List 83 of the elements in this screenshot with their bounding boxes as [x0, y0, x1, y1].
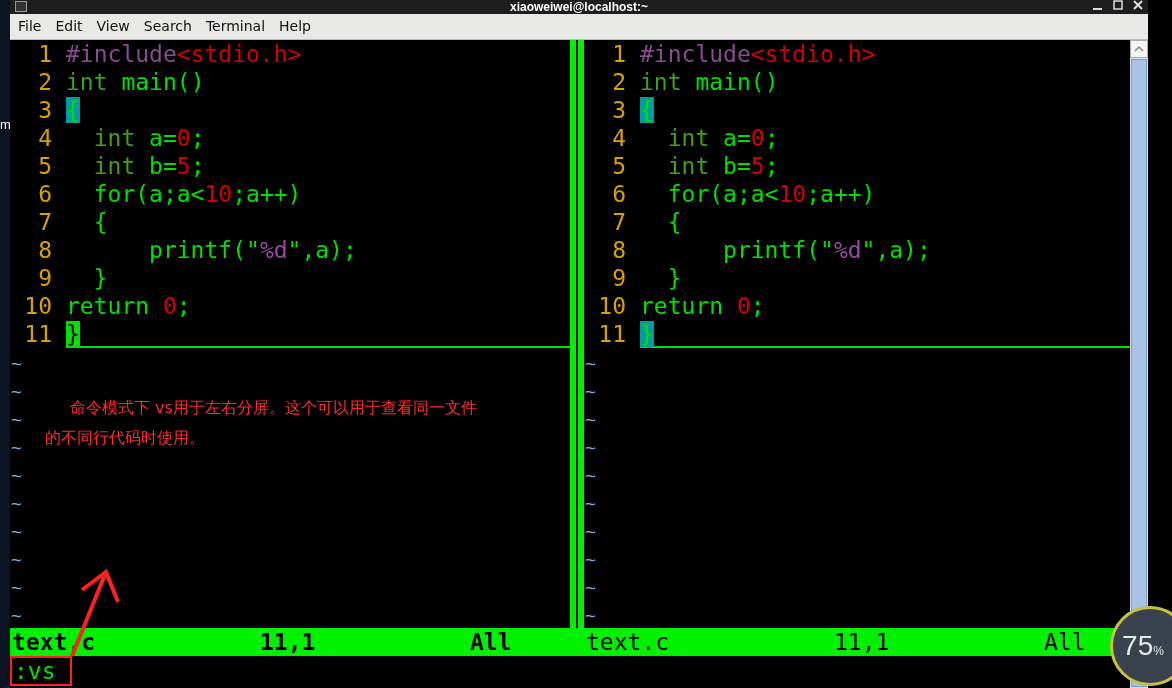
code-line: int main(): [66, 68, 206, 96]
tilde-marker: ~: [584, 381, 596, 402]
tilde-marker: ~: [584, 353, 596, 374]
line-number: 5: [611, 152, 627, 180]
line-number: 2: [37, 68, 53, 96]
menu-item[interactable]: View: [96, 16, 130, 37]
line-number: 1: [611, 40, 627, 68]
code-line: }: [666, 264, 683, 292]
tilde-marker: ~: [10, 605, 22, 626]
line-number: 1: [37, 40, 53, 68]
menu-item[interactable]: File: [18, 16, 42, 37]
menu-item[interactable]: Search: [143, 16, 192, 37]
line-number: 4: [611, 124, 627, 152]
tilde-marker: ~: [584, 605, 596, 626]
annotation-text: 命令模式下 vs用于左右分屏。这个可以用于查看同一文件: [69, 397, 477, 419]
status-scroll: All: [1044, 628, 1086, 656]
menu-item[interactable]: Help: [279, 16, 311, 37]
line-number: 7: [37, 208, 53, 236]
code-line: return 0;: [66, 292, 192, 320]
code-line: for(a;a<10;a++): [666, 180, 877, 208]
tilde-marker: ~: [10, 465, 22, 486]
annotation-text: 的不同行代码时使用。: [45, 427, 206, 449]
code-line: int b=5;: [92, 152, 206, 180]
tilde-marker: ~: [10, 577, 22, 598]
tilde-marker: ~: [584, 493, 596, 514]
tilde-marker: ~: [584, 549, 596, 570]
tilde-marker: ~: [584, 437, 596, 458]
code-line: {: [92, 208, 109, 236]
window-title: xiaoweiwei@localhost:~: [509, 0, 649, 14]
code-line: int a=0;: [92, 124, 206, 152]
code-line: printf("%d",a);: [722, 236, 932, 264]
line-number: 6: [611, 180, 627, 208]
menu-item[interactable]: Terminal: [205, 16, 266, 37]
line-number: 8: [611, 236, 627, 264]
line-number: 11: [23, 320, 53, 348]
code-line: }: [92, 264, 109, 292]
code-line: return 0;: [640, 292, 766, 320]
tilde-marker: ~: [584, 409, 596, 430]
tilde-marker: ~: [10, 409, 22, 430]
status-scroll: All: [470, 628, 512, 656]
tilde-marker: ~: [584, 521, 596, 542]
code-line: int b=5;: [666, 152, 780, 180]
code-line: printf("%d",a);: [148, 236, 358, 264]
line-number: 11: [597, 320, 627, 348]
code-line: {: [666, 208, 683, 236]
line-number: 2: [611, 68, 627, 96]
desktop-text: m: [0, 118, 10, 131]
close-icon[interactable]: [1132, 0, 1144, 12]
line-number: 9: [611, 264, 627, 292]
line-number: 3: [611, 96, 627, 124]
terminal-icon: [15, 1, 27, 12]
tilde-marker: ~: [10, 521, 22, 542]
status-position: 11,1: [834, 628, 891, 656]
code-line: for(a;a<10;a++): [92, 180, 303, 208]
tilde-marker: ~: [584, 577, 596, 598]
code-line: #include<stdio.h>: [640, 40, 877, 68]
menu-item[interactable]: Edit: [55, 16, 83, 37]
status-filename: text.c: [585, 628, 671, 656]
status-position: 11,1: [260, 628, 317, 656]
code-line: int main(): [640, 68, 780, 96]
line-number: 4: [37, 124, 53, 152]
line-number: 8: [37, 236, 53, 264]
code-line: #include<stdio.h>: [66, 40, 303, 68]
code-line: int a=0;: [666, 124, 780, 152]
line-number: 5: [37, 152, 53, 180]
tilde-marker: ~: [10, 493, 22, 514]
code-line: }: [66, 320, 570, 348]
line-number: 3: [37, 96, 53, 124]
scroll-up-icon[interactable]: [1130, 40, 1148, 58]
tilde-marker: ~: [10, 437, 22, 458]
line-number: 9: [37, 264, 53, 292]
line-number: 10: [23, 292, 53, 320]
maximize-icon[interactable]: [1112, 0, 1124, 12]
code-line: }: [640, 320, 1130, 348]
line-number: 6: [37, 180, 53, 208]
zoom-value: 75: [1122, 629, 1154, 663]
line-number: 10: [597, 292, 627, 320]
tilde-marker: ~: [10, 549, 22, 570]
line-number: 7: [611, 208, 627, 236]
tilde-marker: ~: [10, 353, 22, 374]
tilde-marker: ~: [584, 465, 596, 486]
zoom-unit: %: [1153, 644, 1164, 660]
tilde-marker: ~: [10, 381, 22, 402]
